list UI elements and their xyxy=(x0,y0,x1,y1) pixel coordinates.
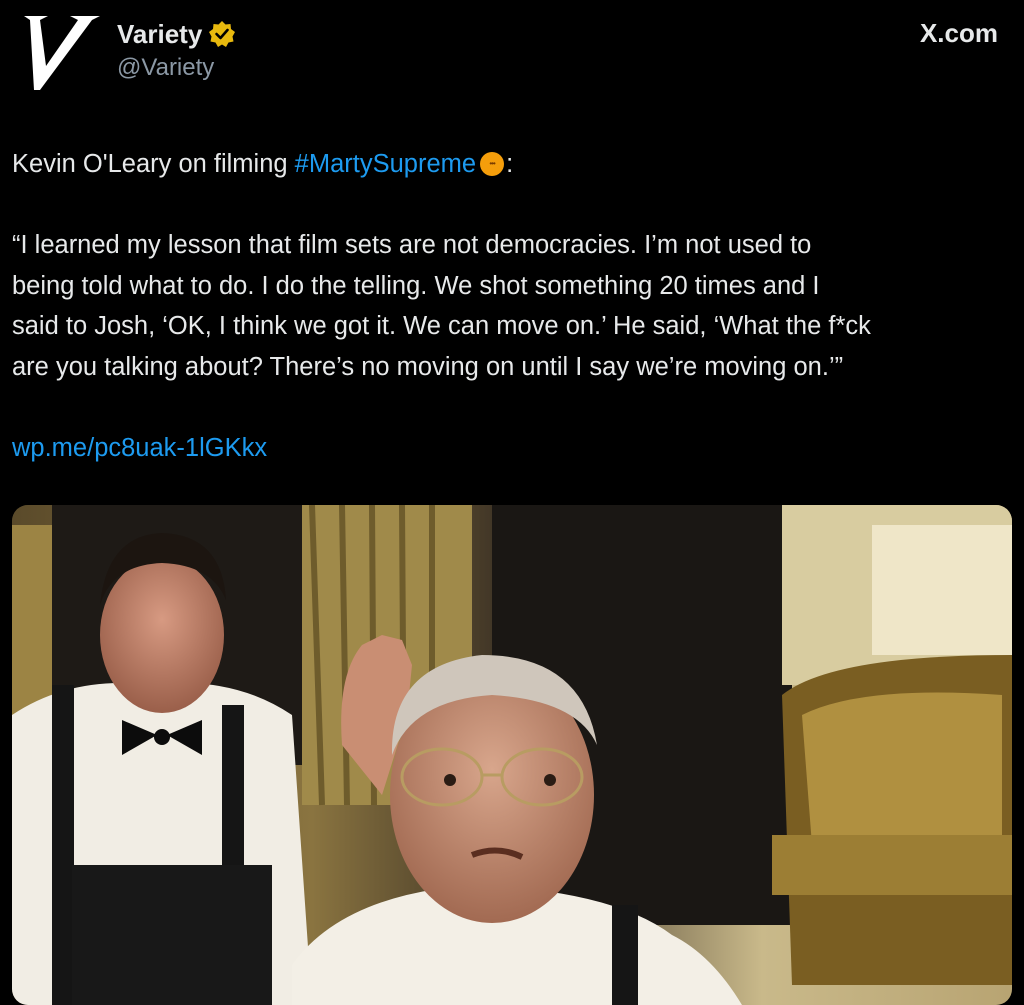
quote-line: being told what to do. I do the telling.… xyxy=(12,271,820,300)
tweet-intro: Kevin O'Leary on filming #MartySupreme: xyxy=(12,144,1012,185)
quote-line: are you talking about? There’s no moving… xyxy=(12,352,844,381)
intro-suffix: : xyxy=(506,150,514,178)
quote-line: “I learned my lesson that film sets are … xyxy=(12,231,812,259)
tweet-header: Variety @Variety X.com xyxy=(0,0,1024,110)
tweet-media-image[interactable] xyxy=(12,505,1012,1005)
film-still-illustration xyxy=(12,505,1012,1005)
display-name[interactable]: Variety xyxy=(117,19,202,50)
quote-line: said to Josh, ‘OK, I think we got it. We… xyxy=(12,312,871,340)
source-label: X.com xyxy=(919,18,998,48)
intro-prefix: Kevin O'Leary on filming xyxy=(12,150,295,178)
variety-logo-avatar[interactable] xyxy=(18,8,104,94)
article-link[interactable]: wp.me/pc8uak-1lGKkx xyxy=(12,428,1012,469)
user-handle[interactable]: @Variety xyxy=(117,54,214,82)
face-emoji-icon xyxy=(480,152,505,176)
name-row: Variety xyxy=(117,17,236,51)
tweet-text: Kevin O'Leary on filming #MartySupreme: … xyxy=(12,144,1012,468)
verified-badge-icon xyxy=(208,20,236,48)
hashtag-link[interactable]: #MartySupreme xyxy=(295,150,476,178)
